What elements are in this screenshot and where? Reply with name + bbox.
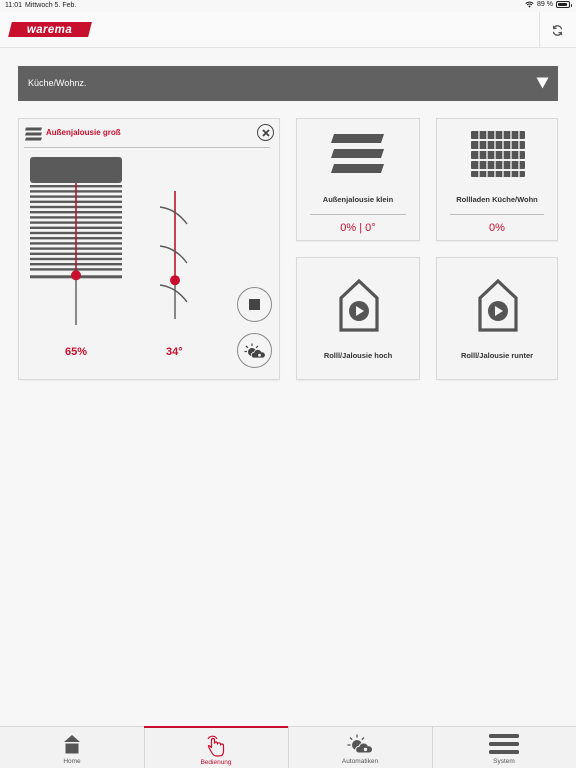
logo-text: warema: [27, 23, 73, 36]
slat-curve: [159, 206, 188, 225]
sun-cloud-icon: [347, 734, 373, 754]
status-bar: 11:01 Mittwoch 5. Feb. 89 %: [0, 0, 576, 12]
scene-card[interactable]: Rolll/Jalousie runter: [436, 257, 558, 380]
blind-head-box: [30, 157, 122, 183]
slat-curve: [159, 245, 188, 264]
tab-system[interactable]: System: [432, 727, 576, 768]
device-card-title: Außenjalousie klein: [322, 195, 394, 204]
slat-curve: [159, 284, 188, 303]
roller-shutter-icon: [471, 131, 525, 177]
slat-angle-slider[interactable]: [154, 189, 194, 321]
warema-logo: warema: [8, 22, 92, 37]
blind-card-divider: [24, 147, 270, 148]
battery-percent: 89 %: [537, 1, 553, 8]
touch-hand-icon: [207, 735, 225, 757]
card-divider: [450, 214, 544, 215]
tab-label: Bedienung: [200, 759, 232, 766]
status-date: Mittwoch 5. Feb.: [25, 2, 77, 9]
scene-card-title: Rolll/Jalousie hoch: [323, 351, 393, 360]
device-card-title: Rollladen Küche/Wohn: [456, 195, 538, 204]
sun-cloud-icon: [244, 343, 266, 358]
scene-house-play-icon: [339, 279, 379, 332]
room-selector-value: Küche/Wohnz.: [28, 78, 87, 88]
stop-icon: [249, 299, 260, 310]
slat-angle-value: 34°: [166, 346, 183, 358]
slat-slider-handle: [170, 275, 180, 286]
home-icon: [64, 735, 80, 754]
header-divider: [539, 12, 540, 48]
app-header: warema: [0, 12, 576, 48]
tab-bedienung[interactable]: Bedienung: [144, 726, 288, 768]
tab-home[interactable]: Home: [0, 727, 144, 768]
status-time: 11:01: [5, 2, 22, 9]
tab-label: Home: [63, 758, 81, 765]
position-slider-handle: [71, 270, 81, 281]
close-icon: [261, 128, 270, 137]
battery-icon: [556, 1, 572, 8]
device-card-value: 0%: [489, 222, 505, 234]
position-value: 65%: [65, 346, 88, 358]
position-slider[interactable]: [19, 149, 149, 329]
sync-icon: [552, 24, 562, 36]
chevron-down-icon: [536, 77, 549, 89]
blind-card-title: Außenjalousie groß: [46, 128, 121, 137]
status-right: 89 %: [525, 1, 572, 8]
wifi-icon: [525, 1, 534, 8]
device-card[interactable]: Rollladen Küche/Wohn 0%: [436, 118, 558, 241]
stop-button[interactable]: [237, 287, 272, 322]
close-button[interactable]: [257, 124, 274, 141]
device-card-value: 0% | 0°: [340, 222, 376, 234]
scene-house-play-icon: [478, 279, 518, 332]
blind-icon: [331, 134, 384, 173]
scene-card-title: Rolll/Jalousie runter: [460, 351, 534, 360]
scene-card[interactable]: Rolll/Jalousie hoch: [296, 257, 420, 380]
card-divider: [310, 214, 406, 215]
device-card[interactable]: Außenjalousie klein 0% | 0°: [296, 118, 420, 241]
sync-button[interactable]: [546, 20, 568, 40]
tab-label: System: [493, 758, 515, 765]
tab-automatiken[interactable]: Automatiken: [288, 727, 432, 768]
tab-label: Automatiken: [341, 758, 379, 765]
bottom-tab-bar: Home Bedienung Automatiken System: [0, 726, 576, 768]
list-icon: [489, 734, 519, 754]
blind-control-card: Außenjalousie groß 65% 34°: [18, 118, 280, 380]
automatic-button[interactable]: [237, 333, 272, 368]
blind-icon: [25, 127, 42, 141]
battery-fill: [558, 3, 567, 6]
room-selector[interactable]: Küche/Wohnz.: [18, 66, 558, 101]
